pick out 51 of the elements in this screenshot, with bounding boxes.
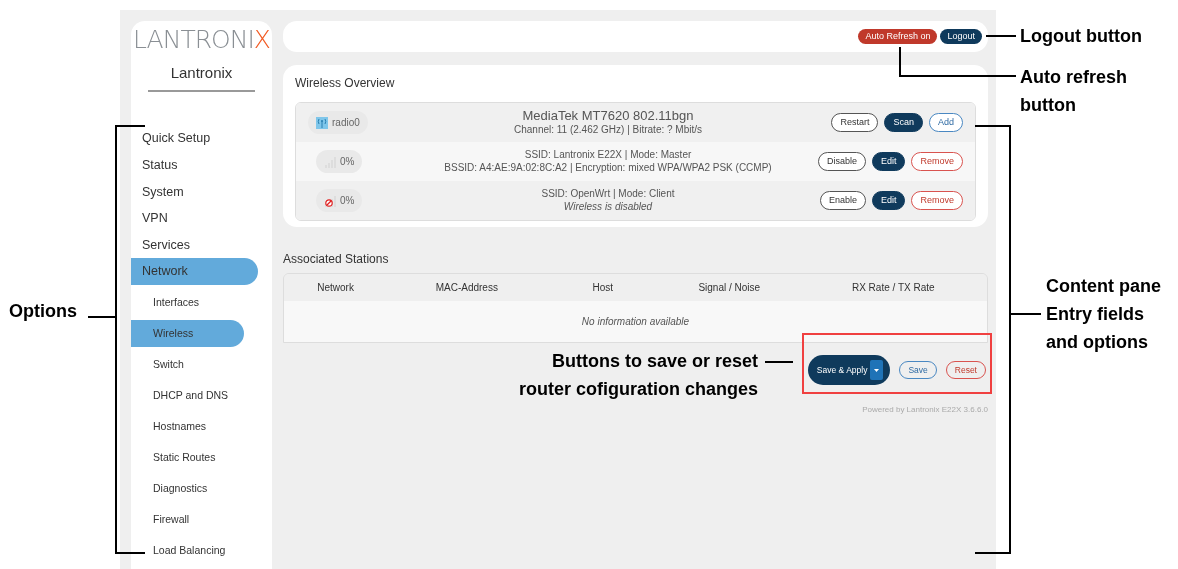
section-title: Wireless Overview	[295, 75, 396, 92]
annotation-label: Content pane Entry fields and options	[1046, 275, 1161, 354]
logout-button[interactable]: Logout	[940, 29, 982, 44]
column-header: Network	[316, 281, 355, 295]
nav-subitem[interactable]: Firewall	[131, 506, 272, 534]
section-title: Associated Stations	[283, 251, 390, 268]
row-button[interactable]: Disable	[817, 152, 866, 171]
empty-message: No information available	[581, 315, 690, 329]
nav-item[interactable]: Network	[131, 258, 258, 286]
antenna-icon	[316, 116, 328, 129]
device-detail: Wireless is disabled	[563, 200, 653, 213]
annotation-label: Options	[9, 300, 77, 323]
column-header: RX Rate / TX Rate	[850, 281, 936, 295]
device-title: SSID: Lantronix E22X | Mode: Master	[524, 149, 692, 162]
nav-item[interactable]: Services	[131, 231, 272, 259]
device-detail: Channel: 11 (2.462 GHz) | Bitrate: ? Mbit/s	[513, 124, 703, 137]
nav-subitem[interactable]: Switch	[131, 351, 272, 379]
nav-subitem[interactable]: Diagnostics	[131, 475, 272, 503]
row-button[interactable]: Add	[929, 113, 963, 132]
device-title: MediaTek MT7620 802.11bgn	[522, 108, 694, 125]
column-header: Host	[591, 281, 614, 295]
lantronix-logo: LANTRONIX	[133, 27, 270, 52]
row-button[interactable]: Remove	[911, 152, 963, 171]
nav-item[interactable]: System	[131, 178, 272, 206]
annotation-label: Auto refresh button	[1020, 66, 1127, 117]
nav-subitem[interactable]: DHCP and DNS	[131, 382, 272, 410]
annotation-label: Buttons to save or reset router cofiguration changes	[518, 350, 758, 401]
save-apply-button[interactable]: Save & Apply	[807, 355, 891, 385]
status-badge: 0%	[316, 150, 363, 173]
annotation-label: Logout button	[1020, 25, 1142, 48]
caret-icon	[870, 360, 884, 380]
device-detail: BSSID: A4:AE:9A:02:8C:A2 | Encryption: mixed WPA/WPA2 PSK (CCMP)	[444, 161, 772, 174]
auto-refresh-button[interactable]: Auto Refresh on	[858, 29, 938, 44]
nav-subitem[interactable]: Interfaces	[131, 289, 272, 317]
nav-subitem[interactable]: Static Routes	[131, 444, 272, 472]
nav-item[interactable]: Quick Setup	[131, 125, 272, 153]
status-badge: 0%	[316, 189, 363, 212]
nav-item[interactable]: Status	[131, 152, 272, 179]
nav-item[interactable]: VPN	[131, 205, 272, 232]
column-header: Signal / Noise	[697, 281, 762, 295]
footer-text: Powered by Lantronix E22X 3.6.6.0	[862, 404, 988, 416]
brand-name: Lantronix	[170, 63, 233, 83]
nav-subitem[interactable]: Wireless	[131, 320, 244, 348]
column-header: MAC-Address	[434, 281, 499, 295]
status-badge: radio0	[308, 111, 368, 134]
nav-subitem[interactable]: Load Balancing	[131, 537, 272, 565]
device-title: SSID: OpenWrt | Mode: Client	[541, 188, 675, 201]
row-button[interactable]: Edit	[871, 152, 906, 171]
row-button[interactable]: Restart	[831, 113, 879, 132]
row-button[interactable]: Scan	[884, 113, 923, 132]
nav-subitem[interactable]: Hostnames	[131, 413, 272, 441]
